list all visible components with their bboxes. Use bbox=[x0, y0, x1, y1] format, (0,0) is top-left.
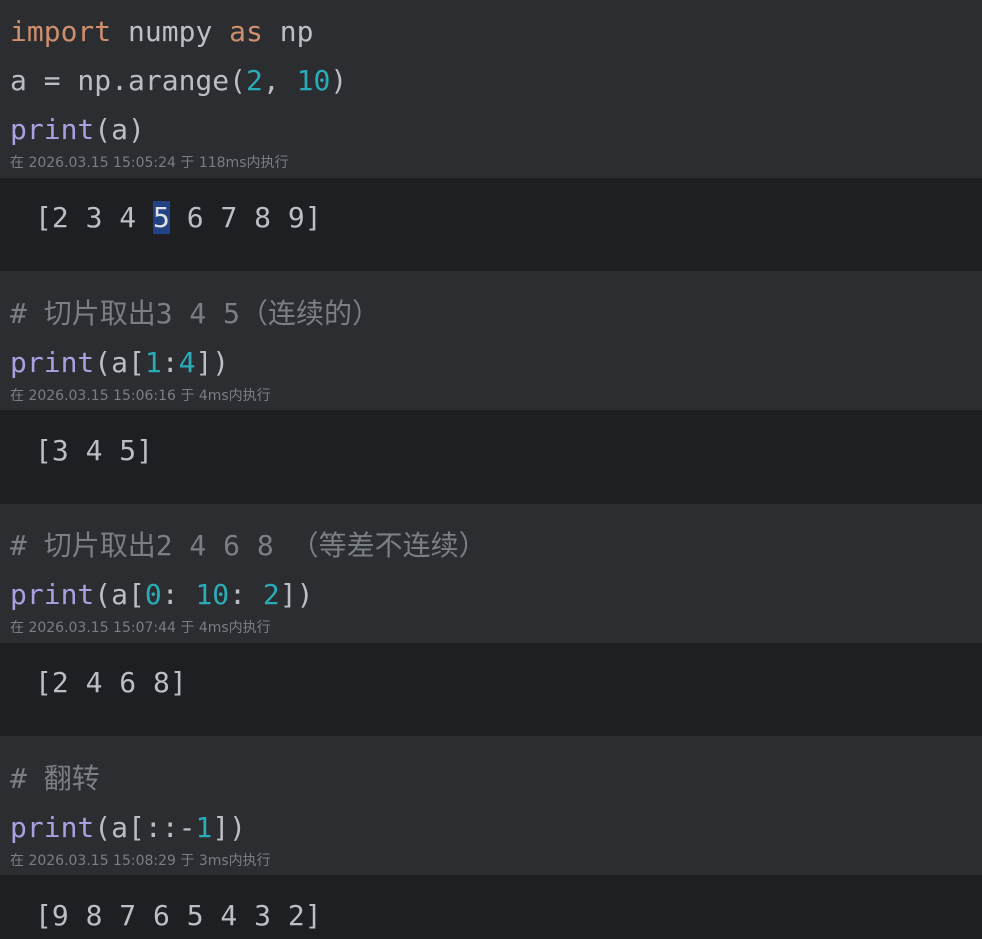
code-line[interactable]: print(a[::-1]) bbox=[10, 803, 982, 852]
code-text: ]) bbox=[279, 578, 314, 611]
keyword: import bbox=[10, 15, 112, 48]
builtin-function: print bbox=[10, 811, 95, 844]
output-cell-2[interactable]: [3 4 5] bbox=[0, 410, 982, 504]
number-literal: 1 bbox=[144, 346, 162, 379]
code-text: : bbox=[229, 578, 263, 611]
code-text: ]) bbox=[195, 346, 230, 379]
code-line[interactable]: import numpy as np bbox=[10, 7, 982, 56]
builtin-function: print bbox=[10, 346, 95, 379]
code-text: ]) bbox=[212, 811, 247, 844]
builtin-function: print bbox=[10, 113, 95, 146]
code-text: (a[ bbox=[94, 578, 145, 611]
execution-info: 在 2026.03.15 15:08:29 于 3ms内执行 bbox=[10, 853, 271, 869]
output-cell-3[interactable]: [2 4 6 8] bbox=[0, 643, 982, 736]
number-literal: 0 bbox=[144, 578, 162, 611]
code-cell-2[interactable]: # 切片取出3 4 5（连续的） print(a[1:4]) 在 2026.03… bbox=[0, 289, 982, 410]
code-line[interactable]: print(a[0: 10: 2]) bbox=[10, 570, 982, 619]
output-cell-4[interactable]: [9 8 7 6 5 4 3 2] bbox=[0, 875, 982, 939]
code-text: ) bbox=[330, 64, 348, 97]
code-text: : bbox=[161, 578, 196, 611]
number-literal: 2 bbox=[246, 64, 263, 97]
code-text: a = np.arange( bbox=[10, 64, 247, 97]
number-literal: 10 bbox=[296, 64, 331, 97]
number-literal: 1 bbox=[195, 811, 213, 844]
code-cell-4[interactable]: # 翻转 print(a[::-1]) 在 2026.03.15 15:08:2… bbox=[0, 754, 982, 875]
comment-line[interactable]: # 翻转 bbox=[10, 754, 982, 803]
number-literal: 2 bbox=[262, 578, 280, 611]
code-line[interactable]: print(a[1:4]) bbox=[10, 338, 982, 387]
output-text: 6 7 8 9] bbox=[169, 201, 322, 234]
code-line[interactable]: a = np.arange(2, 10) bbox=[10, 56, 982, 105]
code-text: (a[ bbox=[94, 346, 145, 379]
code-text: , bbox=[262, 64, 297, 97]
comment-line[interactable]: # 切片取出2 4 6 8 （等差不连续） bbox=[10, 521, 982, 570]
number-literal: 4 bbox=[178, 346, 196, 379]
code-text: np bbox=[262, 15, 314, 48]
output-text: [2 3 4 bbox=[35, 201, 154, 234]
number-literal: 10 bbox=[195, 578, 230, 611]
output-cell-1[interactable]: [2 3 4 5 6 7 8 9] bbox=[0, 178, 982, 271]
notebook: import numpy as np a = np.arange(2, 10) … bbox=[0, 0, 982, 939]
builtin-function: print bbox=[10, 578, 95, 611]
keyword: as bbox=[229, 15, 263, 48]
code-cell-1[interactable]: import numpy as np a = np.arange(2, 10) … bbox=[0, 7, 982, 178]
code-text: (a[::- bbox=[94, 811, 196, 844]
code-cell-3[interactable]: # 切片取出2 4 6 8 （等差不连续） print(a[0: 10: 2])… bbox=[0, 521, 982, 643]
code-text: numpy bbox=[111, 15, 230, 48]
comment-line[interactable]: # 切片取出3 4 5（连续的） bbox=[10, 289, 982, 338]
code-text: : bbox=[161, 346, 179, 379]
execution-info: 在 2026.03.15 15:05:24 于 118ms内执行 bbox=[10, 155, 289, 171]
code-line[interactable]: print(a) bbox=[10, 105, 982, 154]
execution-info: 在 2026.03.15 15:07:44 于 4ms内执行 bbox=[10, 620, 271, 636]
code-text: (a) bbox=[94, 113, 145, 146]
execution-info: 在 2026.03.15 15:06:16 于 4ms内执行 bbox=[10, 388, 271, 404]
selected-text: 5 bbox=[153, 201, 170, 234]
